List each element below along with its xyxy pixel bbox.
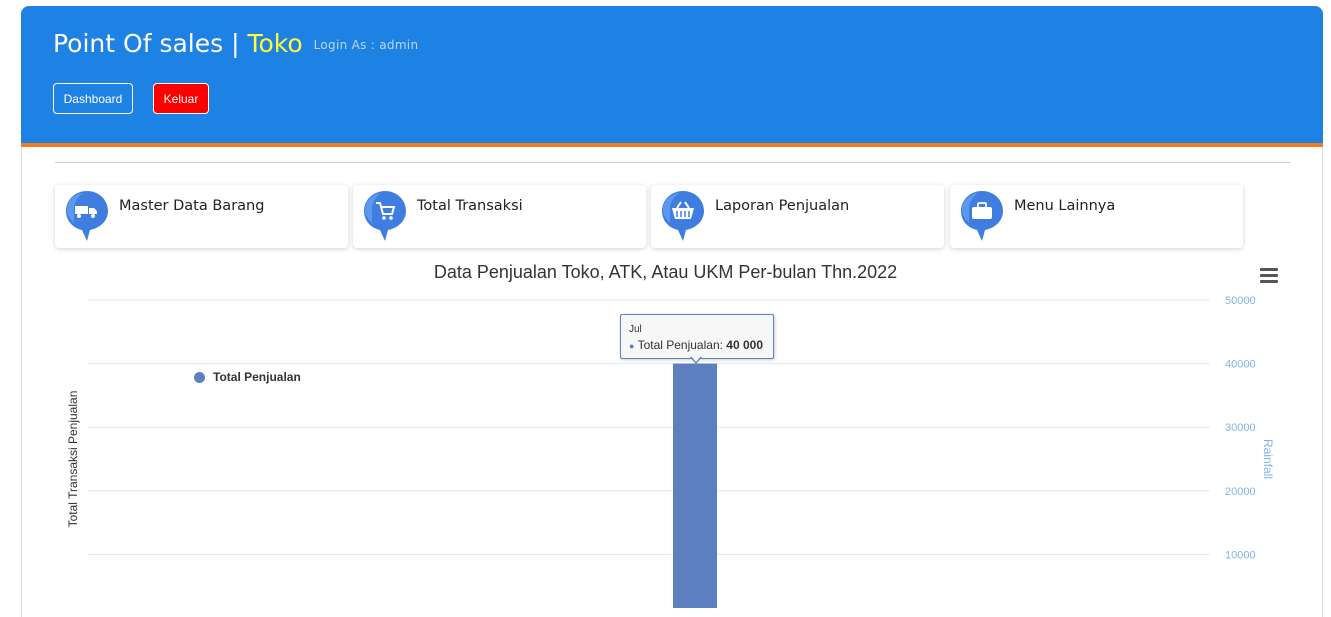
y-axis-title: Total Transaksi Penjualan: [66, 391, 80, 528]
chart-legend[interactable]: Total Penjualan: [186, 365, 306, 389]
y2-tick-label: 40000: [1225, 359, 1256, 371]
chart-tooltip: Jul ● Total Penjualan: 40 000: [620, 314, 774, 364]
sales-chart: Data Penjualan Toko, ATK, Atau UKM Per-b…: [0, 0, 1331, 608]
tooltip-category: Jul: [629, 324, 642, 335]
y2-tick-label: 50000: [1225, 295, 1256, 307]
tooltip-value: 40 000: [726, 338, 763, 352]
legend-series-marker: [194, 371, 205, 383]
tooltip-tail-inner: [691, 356, 701, 362]
legend-series-label: Total Penjualan: [213, 370, 301, 384]
y2-axis-title: Rainfall: [1261, 439, 1275, 479]
y2-tick-label: 30000: [1225, 422, 1256, 434]
bar-jul[interactable]: [673, 363, 717, 608]
tooltip-row: ● Total Penjualan: 40 000: [629, 338, 763, 352]
tooltip-series-name: Total Penjualan: [637, 338, 720, 352]
y2-tick-label: 10000: [1225, 549, 1256, 561]
tooltip-bullet: ●: [629, 341, 635, 351]
chart-plot: 50000 40000 30000 20000 10000 Total Transaksi…: [66, 295, 1275, 608]
y2-tick-label: 20000: [1225, 486, 1256, 498]
